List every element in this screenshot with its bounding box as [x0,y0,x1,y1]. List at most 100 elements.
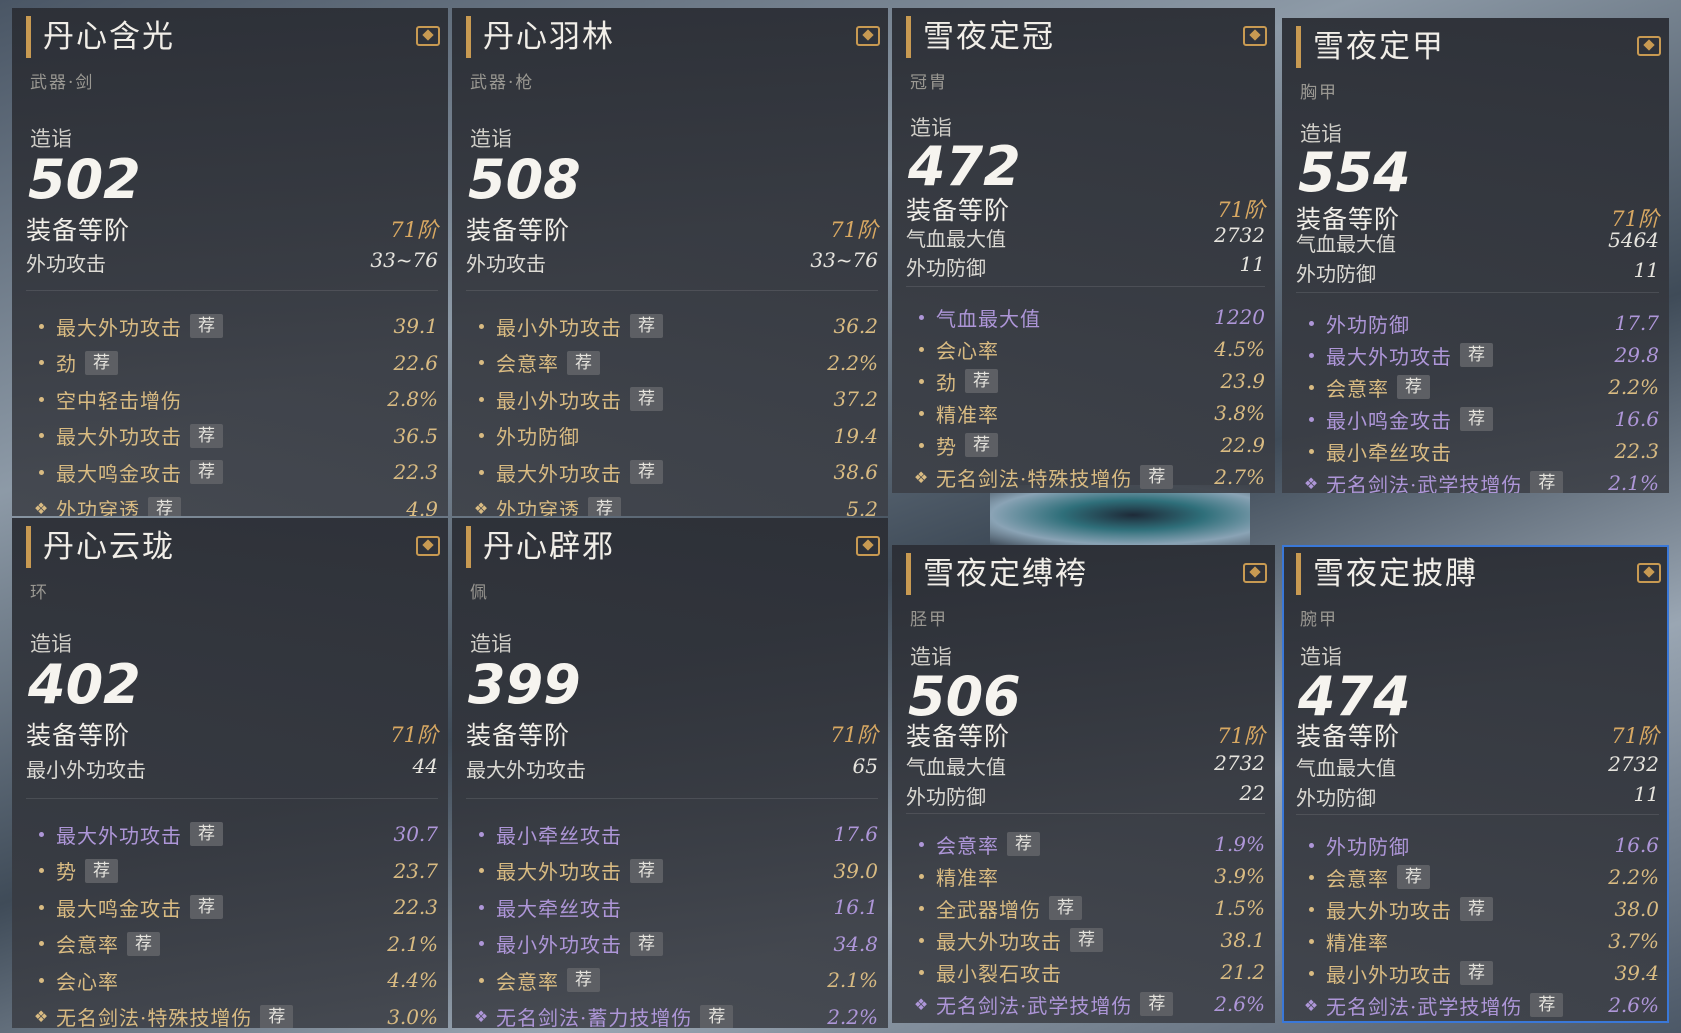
sub-stat-label: 劲 [936,370,957,395]
bullet-dot [1308,906,1314,912]
sub-stat-label: 最小外功攻击 [1326,962,1452,987]
divider [1296,814,1659,815]
sub-stat-value: 19.4 [833,423,878,448]
recommended-badge: 荐 [1460,407,1493,431]
lock-icon[interactable] [856,536,880,556]
bullet-dot [38,831,44,837]
lock-icon[interactable] [1637,563,1661,583]
sub-stat-value: 2.2% [827,1004,878,1028]
recommended-badge: 荐 [1397,375,1430,399]
sub-stat-row: 劲荐 22.6 [26,345,438,382]
sub-stat-row: 最大外功攻击荐 38.0 [1296,893,1659,925]
sub-stat-value: 2.7% [1214,465,1265,489]
sub-stat-list: 最小外功攻击荐 36.2 会意率荐 2.2% 最小外功攻击荐 37.2 外功防御 19.4 最大… [466,308,878,516]
lock-icon[interactable] [416,26,440,46]
bullet-dot [918,410,924,416]
base-stat-value: 2732 [1214,223,1265,247]
bullet-icon [26,469,56,475]
tier-label: 装备等阶 [1296,722,1401,751]
item-type: 武器·枪 [470,73,535,93]
equipment-card[interactable]: 雪夜定冠 冠胄 造诣 472 装备等阶 71阶 气血最大值 2732 外功防御 11 气血最大值 12… [892,8,1275,493]
bullet-icon [466,904,496,910]
equipment-card[interactable]: 丹心云珑环造诣 402 装备等阶 71阶 最小外功攻击 44 最大外功攻击荐 30.7 势荐 23… [12,518,448,1028]
bullet-icon [906,346,936,352]
lock-icon[interactable] [1243,26,1267,46]
recommended-badge: 荐 [190,822,223,847]
sub-stat-row: ❖ 无名剑法·武学技增伤荐 2.1% [1296,467,1659,493]
tier-value: 71阶 [390,218,438,242]
item-type: 佩 [470,583,489,603]
sub-stat-label: 最小外功攻击 [496,933,622,958]
lock-icon[interactable] [1637,36,1661,56]
sub-stat-value: 2.6% [1214,992,1265,1016]
base-stat-row: 最小外功攻击 44 [26,754,438,783]
equipment-card[interactable]: 雪夜定缚袴 胫甲 造诣 506 装备等阶 71阶 气血最大值 2732 外功防御 22 会意率荐 1.… [892,545,1275,1023]
sub-stat-label: 最大外功攻击 [1326,344,1452,369]
recommended-badge: 荐 [965,369,998,393]
bullet-dot [478,360,484,366]
lock-icon[interactable] [416,536,440,556]
sub-stat-value: 38.0 [1614,897,1659,921]
power-value: 472 [908,135,1021,198]
base-stat-row: 气血最大值 2732 [906,223,1265,252]
diamond-glyph: ❖ [1303,473,1319,493]
sub-stat-row: 势荐 23.7 [26,853,438,890]
bullet-icon [906,378,936,384]
recommended-badge: 荐 [127,931,160,956]
sub-stat-value: 21.2 [1220,960,1265,984]
sub-stat-value: 39.0 [833,858,878,883]
bullet-icon [466,469,496,475]
sub-stat-row: 会意率荐 2.2% [1296,371,1659,403]
equipment-card[interactable]: 雪夜定甲 胸甲 造诣 554 装备等阶 71阶 气血最大值 5464 外功防御 11 外功防御 17.… [1282,18,1669,493]
sub-stat-label: 无名剑法·特殊技增伤 [56,1006,253,1028]
lock-icon[interactable] [1243,563,1267,583]
bullet-dot [38,868,44,874]
sub-stat-row: 最小牵丝攻击 17.6 [466,816,878,853]
lock-icon[interactable] [856,26,880,46]
sub-stat-value: 22.3 [393,895,438,920]
bullet-icon [906,442,936,448]
sub-stat-row: 最大鸣金攻击荐 22.3 [26,454,438,491]
power-value: 502 [28,148,141,211]
recommended-badge: 荐 [630,931,663,956]
divider [466,798,878,799]
bullet-icon [906,969,936,975]
sub-stat-row: ❖ 无名剑法·武学技增伤荐 2.6% [906,988,1265,1020]
sub-stat-value: 3.7% [1608,929,1659,953]
sub-stat-row: ❖ 无名剑法·特殊技增伤荐 3.0% [26,999,438,1028]
sub-stat-value: 16.6 [1614,407,1659,431]
item-name: 丹心云珑 [26,526,175,568]
recommended-badge: 荐 [1140,992,1174,1016]
sub-stat-label: 会意率 [496,352,559,377]
divider [1296,292,1659,293]
sub-stat-label: 最大外功攻击 [56,823,182,848]
bullet-icon [26,941,56,947]
sub-stat-row: 外功防御 17.7 [1296,307,1659,339]
base-stat-label: 气血最大值 [1296,232,1396,256]
bullet-dot [1308,874,1314,880]
bullet-dot [478,323,484,329]
equipment-card[interactable]: 丹心羽林 武器·枪 造诣 508 装备等阶 71阶 外功攻击 33~76 最小外功攻击荐 36.2… [452,8,888,516]
bullet-icon [466,868,496,874]
sub-stat-value: 38.1 [1220,928,1265,952]
bullet-icon [1296,384,1326,390]
sub-stat-value: 36.5 [393,423,438,448]
sub-stat-label: 全武器增伤 [936,897,1041,922]
sub-stat-value: 30.7 [393,822,438,847]
bullet-dot [1308,416,1314,422]
bullet-dot [478,941,484,947]
bullet-icon [1296,842,1326,848]
bullet-dot [478,469,484,475]
sub-stat-label: 势 [56,860,77,885]
sub-stat-value: 3.9% [1214,864,1265,888]
sub-stat-label: 最大牵丝攻击 [496,896,622,921]
tier-value: 71阶 [1217,724,1265,748]
base-stat-row: 外功防御 11 [906,252,1265,281]
equipment-card[interactable]: 雪夜定披膊 腕甲 造诣 474 装备等阶 71阶 气血最大值 2732 外功防御 11 外功防御 16… [1282,545,1669,1023]
bullet-icon [466,396,496,402]
sub-stat-value: 29.8 [1614,343,1659,367]
sub-stat-row: 最大外功攻击荐 39.0 [466,853,878,890]
equipment-card[interactable]: 丹心含光 武器·剑 造诣 502 装备等阶 71阶 外功攻击 33~76 最大外功攻击荐 39.1… [12,8,448,516]
equipment-card[interactable]: 丹心辟邪佩造诣 399 装备等阶 71阶 最大外功攻击 65 最小牵丝攻击 17.6 最大外功攻… [452,518,888,1028]
sub-stat-row: 最小外功攻击荐 36.2 [466,308,878,345]
